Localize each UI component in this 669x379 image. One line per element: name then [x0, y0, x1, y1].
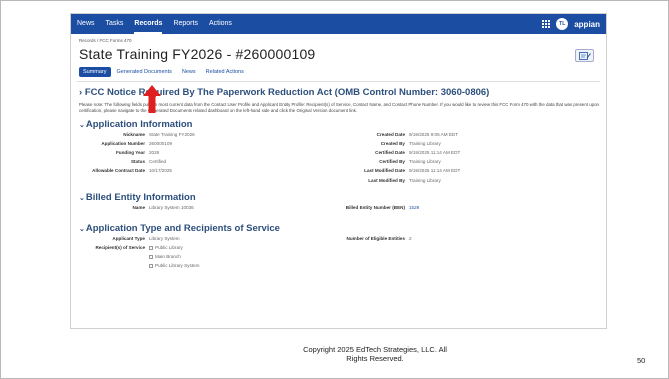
field-value: 2026: [149, 150, 160, 155]
recipient-item: Public Library: [149, 245, 259, 250]
field-label: Nickname: [123, 132, 145, 137]
tab-news[interactable]: News: [178, 67, 200, 77]
page-number: 50: [637, 356, 646, 365]
tab-related-actions[interactable]: Related Actions: [202, 67, 248, 77]
record-tabs: Summary Generated Documents News Related…: [79, 67, 600, 77]
recipient-label: Public Library: [155, 245, 183, 250]
billed-entity-heading[interactable]: ⌄Billed Entity Information: [79, 192, 598, 203]
edit-icon: [578, 51, 591, 60]
recipient-label: Main Branch: [155, 254, 181, 259]
summary-content: › FCC Notice Required By The Paperwork R…: [71, 87, 606, 272]
recipient-item: Public Library System: [149, 263, 259, 268]
field-label: Recipient(s) of Service: [95, 245, 145, 250]
field-label: Application Number: [101, 141, 145, 146]
field-label: Billed Entity Number (BEN): [345, 205, 405, 210]
field-value: 9/19/2025 9:05 AM EDT: [409, 132, 459, 137]
app-window: News Tasks Records Reports Actions TL ap…: [70, 13, 607, 329]
field-label: Number of Eligible Entities: [346, 236, 405, 241]
field-label: Name: [132, 205, 145, 210]
field-value: 9/19/2025 11:14 AM EDT: [409, 168, 461, 173]
checkbox[interactable]: [149, 245, 153, 250]
checkbox[interactable]: [149, 263, 153, 268]
app-type-heading[interactable]: ⌄Application Type and Recipients of Serv…: [79, 223, 598, 234]
app-grid-icon[interactable]: [542, 20, 551, 28]
field-value: Training Library: [409, 141, 441, 146]
tab-generated-documents[interactable]: Generated Documents: [113, 67, 176, 77]
field-value: 9/19/2025 11:14 AM EDT: [409, 150, 461, 155]
avatar[interactable]: TL: [556, 18, 569, 30]
field-label: Last Modified By: [368, 178, 405, 183]
field-label: Last Modified Date: [364, 168, 405, 173]
field-value: Training Library: [409, 159, 441, 164]
page-title: State Training FY2026 - #260000109: [79, 46, 316, 62]
field-value: Certified: [149, 159, 167, 164]
recipient-label: Public Library System: [155, 263, 200, 268]
nav-news[interactable]: News: [77, 14, 95, 34]
field-value: State Training FY2026: [149, 132, 195, 137]
app-type-fields: Applicant Type Library System Number of El…: [79, 236, 598, 272]
field-label: Created By: [380, 141, 405, 146]
header-divider: [77, 81, 600, 82]
chevron-down-icon: ⌄: [79, 226, 85, 233]
billed-entity-fields: Name Library System 10036 Billed Entity Nu…: [79, 205, 598, 218]
chevron-right-icon: ›: [79, 87, 83, 98]
tab-summary[interactable]: Summary: [79, 67, 111, 77]
application-info-fields: Nickname State Training FY2026 Created Dat…: [79, 132, 598, 187]
nav-right: TL appian: [542, 18, 600, 30]
record-header: Records / FCC Forms 470 State Training F…: [71, 34, 606, 77]
field-label: Certified By: [379, 159, 405, 164]
field-value: 10/17/2025: [149, 168, 172, 173]
app-type-heading-text: Application Type and Recipients of Servi…: [85, 223, 280, 234]
field-label: Status: [130, 159, 145, 164]
nav-tasks[interactable]: Tasks: [106, 14, 124, 34]
red-arrow-annotation: [143, 85, 161, 113]
chevron-down-icon: ⌄: [79, 195, 85, 202]
field-value: Library System: [149, 236, 180, 241]
field-label: Applicant Type: [112, 236, 145, 241]
field-label: Funding Year: [115, 150, 145, 155]
top-nav: News Tasks Records Reports Actions TL ap…: [71, 14, 606, 34]
field-label: Certified Date: [375, 150, 405, 155]
field-value: 260000109: [149, 141, 172, 146]
breadcrumb[interactable]: Records / FCC Forms 470: [79, 38, 600, 43]
nav-records[interactable]: Records: [134, 14, 163, 34]
field-label: Created Date: [376, 132, 405, 137]
application-info-heading-text: Application Information: [85, 119, 193, 130]
copyright: Copyright 2025 EdTech Strategies, LLC. A…: [260, 345, 490, 363]
field-label: Allowable Contract Date: [92, 168, 145, 173]
nav-reports[interactable]: Reports: [173, 14, 198, 34]
billed-entity-heading-text: Billed Entity Information: [85, 192, 196, 203]
ben-link[interactable]: 1529: [409, 205, 419, 210]
chevron-down-icon: ⌄: [79, 122, 85, 129]
checkbox[interactable]: [149, 254, 153, 259]
recipient-item: Main Branch: [149, 254, 259, 259]
field-value: 2: [409, 236, 412, 241]
brand-logo: appian: [574, 19, 600, 29]
field-value: Library System 10036: [149, 205, 194, 210]
field-value: Training Library: [409, 178, 441, 183]
copyright-line-2: Rights Reserved.: [346, 354, 404, 363]
application-info-heading[interactable]: ⌄Application Information: [79, 119, 598, 130]
edit-record-button[interactable]: [575, 49, 594, 62]
copyright-line-1: Copyright 2025 EdTech Strategies, LLC. A…: [303, 345, 447, 354]
nav-actions[interactable]: Actions: [209, 14, 232, 34]
